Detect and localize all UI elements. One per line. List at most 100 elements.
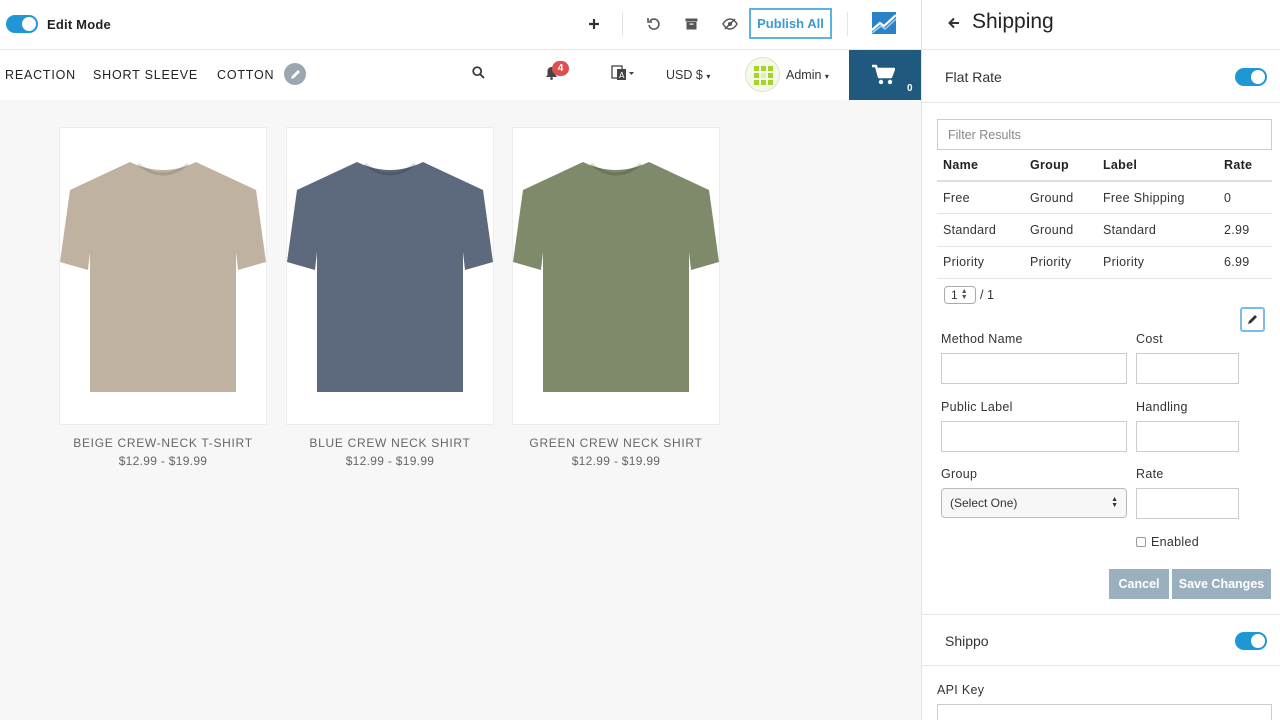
cost-input[interactable] bbox=[1136, 353, 1239, 384]
table-cell: 0 bbox=[1218, 181, 1272, 214]
column-header-group[interactable]: Group bbox=[1024, 150, 1097, 182]
hide-eye-icon[interactable] bbox=[719, 13, 741, 35]
page-total: / 1 bbox=[980, 288, 994, 302]
edit-mode-toggle[interactable] bbox=[6, 15, 38, 33]
public-label-label: Public Label bbox=[941, 400, 1013, 414]
panel-title: Shipping bbox=[972, 10, 1054, 33]
shippo-section-header: Shippo bbox=[922, 614, 1280, 666]
product-price: $12.99 - $19.99 bbox=[571, 454, 661, 468]
table-cell: Ground bbox=[1024, 181, 1097, 214]
product-price: $12.99 - $19.99 bbox=[345, 454, 435, 468]
table-cell: Free Shipping bbox=[1097, 181, 1218, 214]
add-icon[interactable] bbox=[583, 13, 605, 35]
table-row[interactable]: Priority Priority Priority 6.99 bbox=[937, 246, 1272, 279]
panel-header: Shipping bbox=[922, 0, 1280, 50]
table-row[interactable]: Standard Ground Standard 2.99 bbox=[937, 213, 1272, 247]
page-number-stepper[interactable]: 1 ▲ ▼ bbox=[944, 286, 976, 304]
notification-count-badge: 4 bbox=[552, 61, 569, 76]
product-card[interactable]: GREEN CREW NECK SHIRT $12.99 - $19.99 bbox=[512, 127, 720, 468]
back-arrow-icon[interactable] bbox=[948, 16, 960, 33]
table-cell: 6.99 bbox=[1218, 246, 1272, 279]
avatar[interactable] bbox=[745, 57, 780, 92]
shippo-label: Shippo bbox=[945, 633, 989, 649]
table-cell: Standard bbox=[937, 213, 1024, 247]
table-cell: 2.99 bbox=[1218, 213, 1272, 247]
public-label-input[interactable] bbox=[941, 421, 1127, 452]
tshirt-icon bbox=[513, 162, 719, 392]
product-price: $12.99 - $19.99 bbox=[118, 454, 208, 468]
save-changes-button[interactable]: Save Changes bbox=[1172, 569, 1271, 599]
table-cell: Ground bbox=[1024, 213, 1097, 247]
product-image[interactable] bbox=[59, 127, 267, 425]
shopping-cart-icon bbox=[871, 64, 896, 91]
enabled-label: Enabled bbox=[1151, 535, 1199, 549]
enabled-checkbox[interactable] bbox=[1136, 537, 1146, 547]
caret-down-icon: ▾ bbox=[824, 72, 829, 81]
undo-icon[interactable] bbox=[643, 13, 665, 35]
select-arrows-icon: ▲ ▼ bbox=[1111, 496, 1118, 509]
column-header-name[interactable]: Name bbox=[937, 150, 1024, 182]
language-translate-icon[interactable]: A bbox=[611, 65, 635, 84]
nav-tag-cotton[interactable]: COTTON bbox=[217, 68, 274, 82]
group-label: Group bbox=[941, 467, 978, 481]
flat-rate-toggle[interactable] bbox=[1235, 68, 1267, 86]
table-cell: Priority bbox=[1097, 246, 1218, 279]
table-cell: Free bbox=[937, 181, 1024, 214]
filter-results-input[interactable] bbox=[937, 119, 1272, 150]
method-name-label: Method Name bbox=[941, 332, 1023, 346]
cancel-button[interactable]: Cancel bbox=[1109, 569, 1169, 599]
product-image[interactable] bbox=[512, 127, 720, 425]
product-image[interactable] bbox=[286, 127, 494, 425]
top-toolbar: Edit Mode Publish All bbox=[0, 0, 921, 50]
toolbar-separator bbox=[622, 12, 623, 36]
publish-all-button[interactable]: Publish All bbox=[749, 8, 832, 39]
shippo-toggle[interactable] bbox=[1235, 632, 1267, 650]
stepper-arrows-icon: ▲ ▼ bbox=[960, 288, 968, 301]
product-title[interactable]: BEIGE CREW-NECK T-SHIRT bbox=[59, 436, 267, 450]
svg-text:A: A bbox=[619, 71, 625, 80]
page-current: 1 bbox=[951, 288, 958, 302]
product-title[interactable]: GREEN CREW NECK SHIRT bbox=[512, 436, 720, 450]
toolbar-separator bbox=[847, 12, 848, 36]
search-icon[interactable] bbox=[472, 66, 485, 82]
group-select-value: (Select One) bbox=[950, 496, 1018, 510]
brand-logo-icon[interactable] bbox=[871, 12, 897, 34]
api-key-label: API Key bbox=[937, 683, 985, 697]
nav-tag-short-sleeve[interactable]: SHORT SLEEVE bbox=[93, 68, 198, 82]
user-name-label: Admin bbox=[786, 68, 822, 82]
edit-tags-pencil-icon[interactable] bbox=[284, 63, 306, 85]
user-menu[interactable]: Admin ▾ bbox=[786, 68, 829, 82]
handling-label: Handling bbox=[1136, 400, 1188, 414]
table-cell: Priority bbox=[937, 246, 1024, 279]
flat-rate-label: Flat Rate bbox=[945, 69, 1002, 85]
column-header-rate[interactable]: Rate bbox=[1218, 150, 1272, 182]
tshirt-icon bbox=[60, 162, 266, 392]
edit-mode-label: Edit Mode bbox=[47, 17, 111, 32]
method-name-input[interactable] bbox=[941, 353, 1127, 384]
archive-icon[interactable] bbox=[680, 13, 702, 35]
product-card[interactable]: BLUE CREW NECK SHIRT $12.99 - $19.99 bbox=[286, 127, 494, 468]
handling-input[interactable] bbox=[1136, 421, 1239, 452]
currency-selector[interactable]: USD $ ▾ bbox=[666, 68, 710, 82]
flat-rate-section-header: Flat Rate bbox=[922, 51, 1280, 103]
group-select[interactable]: (Select One) ▲ ▼ bbox=[941, 488, 1127, 518]
cart-count: 0 bbox=[907, 83, 913, 94]
table-cell: Priority bbox=[1024, 246, 1097, 279]
cost-label: Cost bbox=[1136, 332, 1163, 346]
table-row[interactable]: Free Ground Free Shipping 0 bbox=[937, 181, 1272, 214]
shipping-settings-panel: Shipping Flat Rate Name Group Label Rate… bbox=[921, 0, 1280, 720]
column-header-label[interactable]: Label bbox=[1097, 150, 1218, 182]
table-header-row: Name Group Label Rate bbox=[937, 150, 1272, 182]
nav-tag-reaction[interactable]: REACTION bbox=[5, 68, 76, 82]
currency-label: USD $ bbox=[666, 68, 703, 82]
edit-pencil-icon[interactable] bbox=[1240, 307, 1265, 332]
product-title[interactable]: BLUE CREW NECK SHIRT bbox=[286, 436, 494, 450]
shipping-rates-table: Name Group Label Rate Free Ground Free S… bbox=[937, 150, 1272, 279]
caret-down-icon: ▾ bbox=[706, 72, 711, 81]
tshirt-icon bbox=[287, 162, 493, 392]
product-card[interactable]: BEIGE CREW-NECK T-SHIRT $12.99 - $19.99 bbox=[59, 127, 267, 468]
rate-input[interactable] bbox=[1136, 488, 1239, 519]
api-key-input[interactable] bbox=[937, 704, 1272, 720]
table-pagination: 1 ▲ ▼ / 1 bbox=[944, 286, 994, 304]
rate-label: Rate bbox=[1136, 467, 1164, 481]
